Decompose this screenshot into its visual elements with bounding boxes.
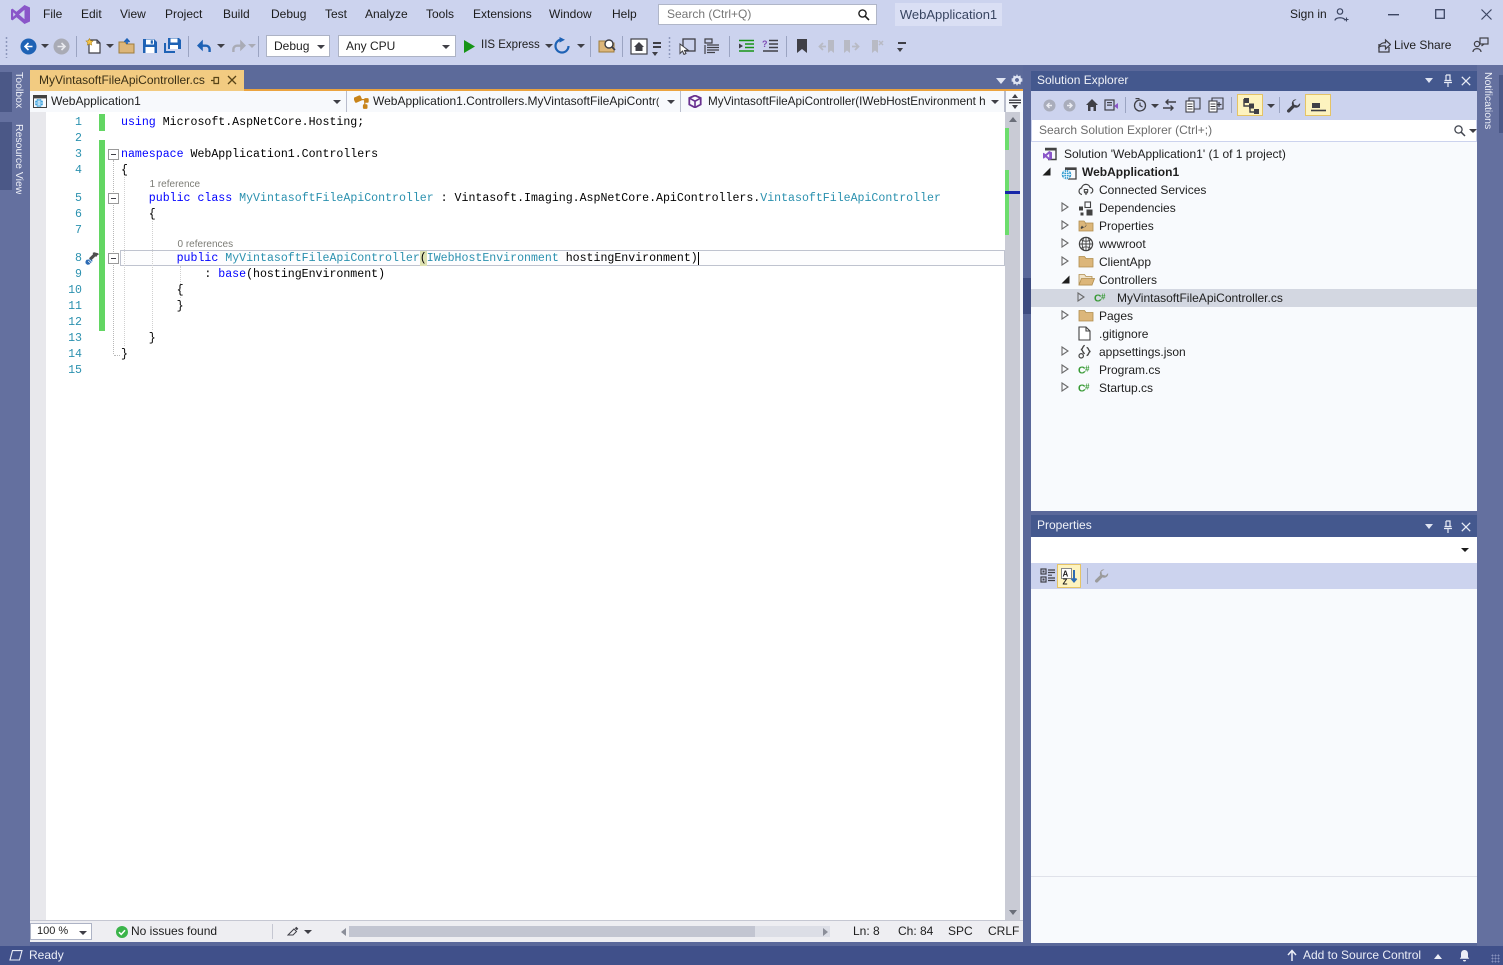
svg-text:Z: Z xyxy=(1063,578,1068,586)
svg-text:#: # xyxy=(1085,365,1090,374)
svg-text:#: # xyxy=(1101,293,1106,302)
svg-text:?: ? xyxy=(762,39,768,49)
svg-text:#: # xyxy=(1085,383,1090,392)
